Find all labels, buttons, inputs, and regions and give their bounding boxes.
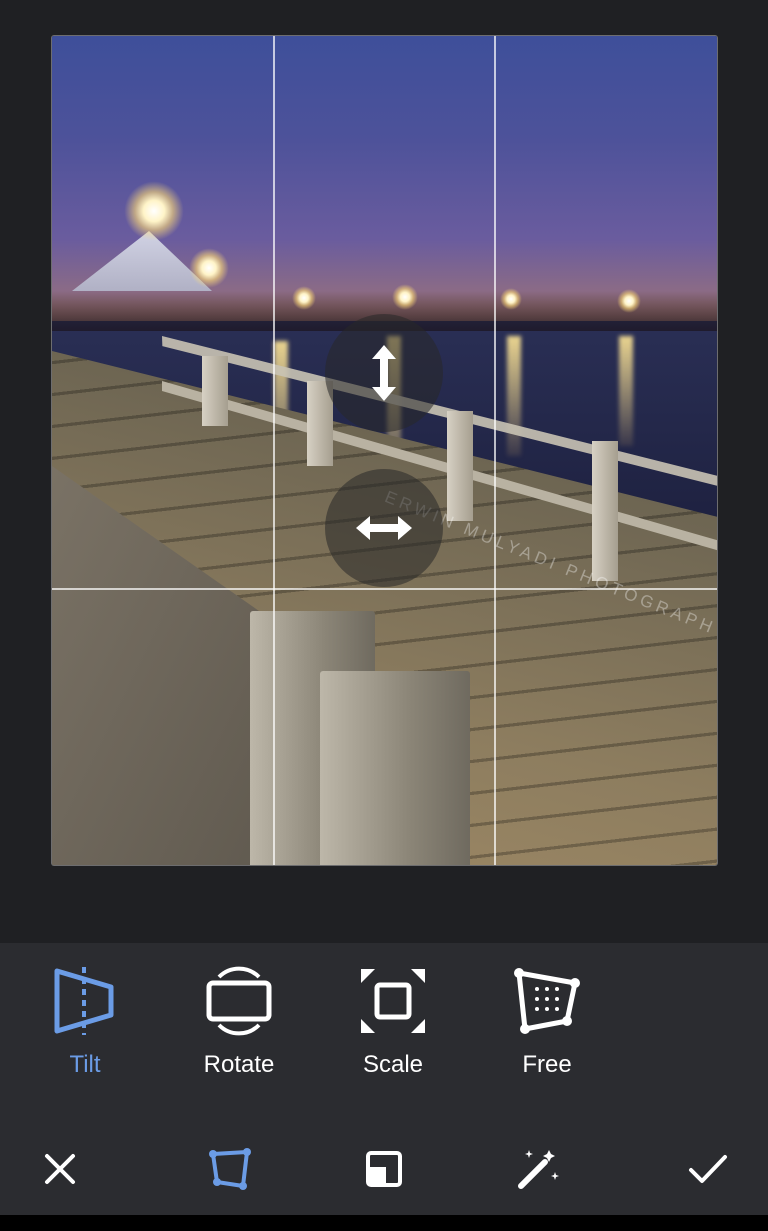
street-light [124,181,184,241]
apply-button[interactable] [682,1143,734,1195]
railing-post [447,411,473,521]
grid-line-vertical [494,36,496,865]
auto-fix-button[interactable] [512,1143,564,1195]
street-light [189,248,229,288]
tool-tilt[interactable]: Tilt [20,963,150,1079]
tool-rotate-label: Rotate [203,1051,275,1078]
vertical-arrows-icon [372,345,396,401]
railing-post [202,356,228,426]
system-navigation-bar [0,1215,768,1231]
street-light [500,288,522,310]
horizontal-arrows-icon [356,516,412,540]
tool-rotate[interactable]: Rotate [174,963,304,1079]
perspective-tab-button[interactable] [204,1143,256,1195]
street-light [392,284,418,310]
perspective-icon [209,1148,251,1190]
rotate-icon [206,966,272,1036]
transform-toolbar: Tilt Rotate Scale Free [0,943,768,1215]
tool-tilt-label: Tilt [69,1051,101,1078]
tool-scale[interactable]: Scale [328,963,458,1079]
scale-icon [361,969,425,1033]
light-reflection [619,336,633,446]
railing-post [592,441,618,581]
check-icon [689,1155,727,1183]
vertical-tilt-handle[interactable] [325,314,443,432]
horizontal-tilt-handle[interactable] [325,469,443,587]
close-icon [45,1154,75,1184]
grid-line-horizontal [52,588,717,590]
crop-tab-button[interactable] [358,1143,410,1195]
street-light [292,286,316,310]
street-light [617,289,641,313]
photo-canvas[interactable]: ERWIN MULYADI PHOTOGRAPHY [52,36,717,865]
free-transform-icon [514,968,580,1034]
tilt-icon [54,967,114,1035]
cancel-button[interactable] [34,1143,86,1195]
tool-free[interactable]: Free [482,963,612,1079]
grid-line-vertical [273,36,275,865]
foreground-post [320,671,470,865]
tool-free-label: Free [522,1051,572,1078]
tool-scale-label: Scale [362,1051,424,1078]
magic-wand-icon [518,1150,559,1189]
crop-icon [366,1151,402,1187]
